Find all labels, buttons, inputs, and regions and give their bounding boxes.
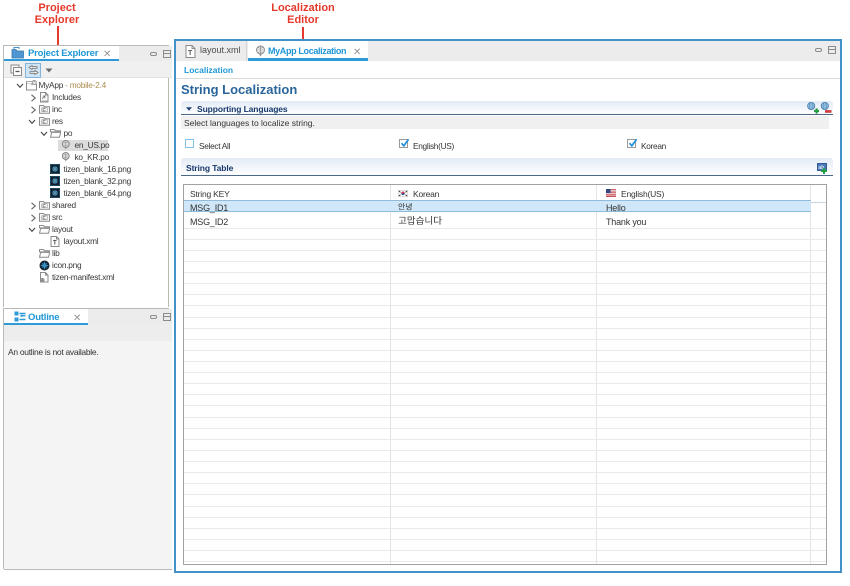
svg-text:T: T	[53, 240, 57, 246]
svg-text:T: T	[188, 50, 193, 57]
